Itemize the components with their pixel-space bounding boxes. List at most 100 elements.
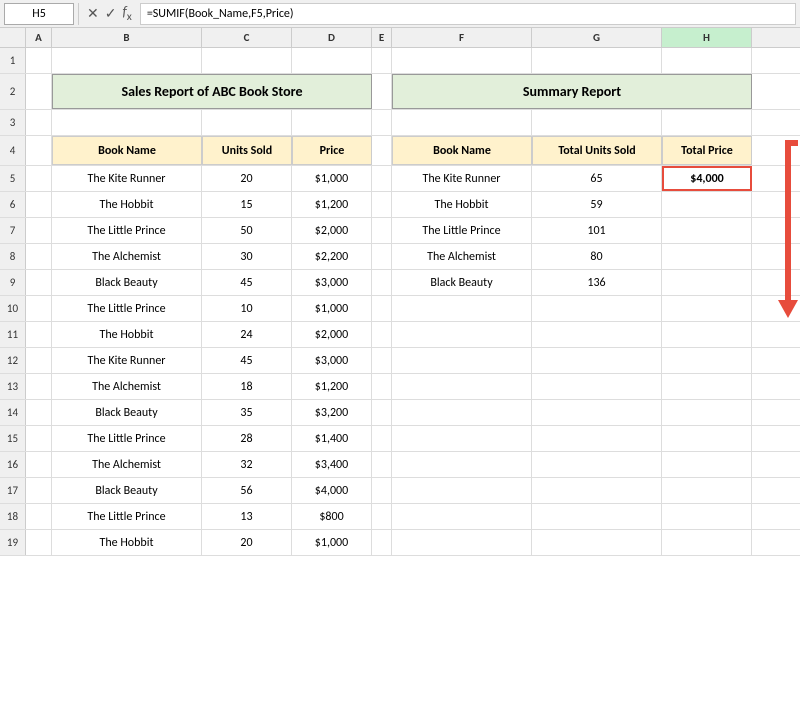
cancel-icon[interactable]: ✕	[87, 5, 99, 22]
cell-a1[interactable]	[26, 48, 52, 73]
cell-b1[interactable]	[52, 48, 202, 73]
cell-a17[interactable]	[26, 478, 52, 503]
confirm-icon[interactable]: ✓	[105, 5, 117, 22]
cell-d14[interactable]: $3,200	[292, 400, 372, 425]
cell-a7[interactable]	[26, 218, 52, 243]
cell-f12[interactable]	[392, 348, 532, 373]
cell-d6[interactable]: $1,200	[292, 192, 372, 217]
cell-c1[interactable]	[202, 48, 292, 73]
cell-d19[interactable]: $1,000	[292, 530, 372, 555]
cell-g6[interactable]: 59	[532, 192, 662, 217]
cell-a8[interactable]	[26, 244, 52, 269]
cell-f1[interactable]	[392, 48, 532, 73]
cell-a4[interactable]	[26, 136, 52, 165]
col-header-b[interactable]: B	[52, 28, 202, 47]
cell-a2[interactable]	[26, 74, 52, 109]
cell-f5[interactable]: The Kite Runner	[392, 166, 532, 191]
cell-c13[interactable]: 18	[202, 374, 292, 399]
cell-c19[interactable]: 20	[202, 530, 292, 555]
cell-b12[interactable]: The Kite Runner	[52, 348, 202, 373]
cell-h12[interactable]	[662, 348, 752, 373]
cell-h1[interactable]	[662, 48, 752, 73]
cell-b15[interactable]: The Little Prince	[52, 426, 202, 451]
cell-a13[interactable]	[26, 374, 52, 399]
cell-b6[interactable]: The Hobbit	[52, 192, 202, 217]
cell-d18[interactable]: $800	[292, 504, 372, 529]
col-header-e[interactable]: E	[372, 28, 392, 47]
cell-f3[interactable]	[392, 110, 532, 135]
cell-c6[interactable]: 15	[202, 192, 292, 217]
cell-b8[interactable]: The Alchemist	[52, 244, 202, 269]
cell-b10[interactable]: The Little Prince	[52, 296, 202, 321]
cell-c17[interactable]: 56	[202, 478, 292, 503]
cell-h11[interactable]	[662, 322, 752, 347]
cell-a16[interactable]	[26, 452, 52, 477]
cell-g17[interactable]	[532, 478, 662, 503]
cell-b11[interactable]: The Hobbit	[52, 322, 202, 347]
cell-h8[interactable]	[662, 244, 752, 269]
cell-b14[interactable]: Black Beauty	[52, 400, 202, 425]
cell-c5[interactable]: 20	[202, 166, 292, 191]
cell-a6[interactable]	[26, 192, 52, 217]
cell-d8[interactable]: $2,200	[292, 244, 372, 269]
cell-g5[interactable]: 65	[532, 166, 662, 191]
cell-g18[interactable]	[532, 504, 662, 529]
cell-f15[interactable]	[392, 426, 532, 451]
insert-function-icon[interactable]: fx	[122, 3, 131, 24]
col-header-c[interactable]: C	[202, 28, 292, 47]
cell-g7[interactable]: 101	[532, 218, 662, 243]
cell-h16[interactable]	[662, 452, 752, 477]
cell-f16[interactable]	[392, 452, 532, 477]
cell-f19[interactable]	[392, 530, 532, 555]
cell-reference-box[interactable]: H5	[4, 3, 74, 25]
cell-d13[interactable]: $1,200	[292, 374, 372, 399]
cell-c3[interactable]	[202, 110, 292, 135]
cell-g13[interactable]	[532, 374, 662, 399]
cell-b16[interactable]: The Alchemist	[52, 452, 202, 477]
cell-a3[interactable]	[26, 110, 52, 135]
cell-g14[interactable]	[532, 400, 662, 425]
cell-d7[interactable]: $2,000	[292, 218, 372, 243]
cell-h14[interactable]	[662, 400, 752, 425]
cell-b9[interactable]: Black Beauty	[52, 270, 202, 295]
cell-g15[interactable]	[532, 426, 662, 451]
cell-h7[interactable]	[662, 218, 752, 243]
cell-b19[interactable]: The Hobbit	[52, 530, 202, 555]
cell-g11[interactable]	[532, 322, 662, 347]
cell-d9[interactable]: $3,000	[292, 270, 372, 295]
cell-c7[interactable]: 50	[202, 218, 292, 243]
cell-g19[interactable]	[532, 530, 662, 555]
cell-d1[interactable]	[292, 48, 372, 73]
cell-e1[interactable]	[372, 48, 392, 73]
cell-c8[interactable]: 30	[202, 244, 292, 269]
cell-d10[interactable]: $1,000	[292, 296, 372, 321]
cell-f7[interactable]: The Little Prince	[392, 218, 532, 243]
cell-g8[interactable]: 80	[532, 244, 662, 269]
cell-a11[interactable]	[26, 322, 52, 347]
cell-e3[interactable]	[372, 110, 392, 135]
col-header-h[interactable]: H	[662, 28, 752, 47]
cell-d16[interactable]: $3,400	[292, 452, 372, 477]
cell-a15[interactable]	[26, 426, 52, 451]
formula-input[interactable]	[140, 3, 796, 25]
cell-a19[interactable]	[26, 530, 52, 555]
cell-a12[interactable]	[26, 348, 52, 373]
cell-d15[interactable]: $1,400	[292, 426, 372, 451]
cell-f17[interactable]	[392, 478, 532, 503]
cell-h17[interactable]	[662, 478, 752, 503]
cell-g12[interactable]	[532, 348, 662, 373]
cell-b13[interactable]: The Alchemist	[52, 374, 202, 399]
cell-f11[interactable]	[392, 322, 532, 347]
cell-a5[interactable]	[26, 166, 52, 191]
col-header-a[interactable]: A	[26, 28, 52, 47]
cell-b5[interactable]: The Kite Runner	[52, 166, 202, 191]
cell-b3[interactable]	[52, 110, 202, 135]
cell-g10[interactable]	[532, 296, 662, 321]
cell-a14[interactable]	[26, 400, 52, 425]
cell-d3[interactable]	[292, 110, 372, 135]
cell-h10[interactable]	[662, 296, 752, 321]
cell-h6[interactable]	[662, 192, 752, 217]
cell-g9[interactable]: 136	[532, 270, 662, 295]
cell-f6[interactable]: The Hobbit	[392, 192, 532, 217]
cell-c11[interactable]: 24	[202, 322, 292, 347]
